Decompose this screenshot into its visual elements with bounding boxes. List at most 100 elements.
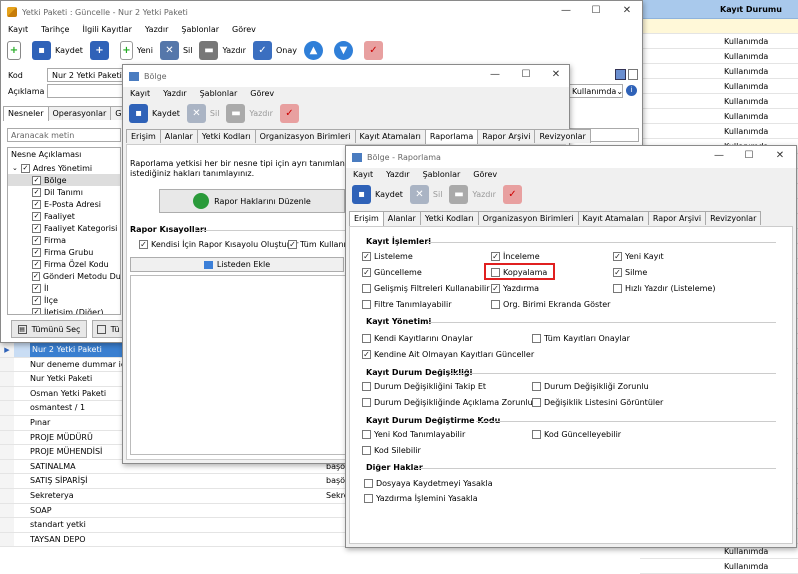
approve-button[interactable]: ✓ Onay — [252, 40, 297, 60]
table-row[interactable]: SOAP — [0, 503, 346, 519]
print-button[interactable]: ▬ Yazdır — [449, 184, 496, 204]
table-row[interactable]: standart yetki — [0, 518, 346, 533]
menu-kayit[interactable]: Kayıt — [353, 170, 373, 179]
tree-item[interactable]: ✓ Bölge — [8, 174, 120, 186]
save-button[interactable]: ▪ Kaydet — [129, 103, 180, 123]
yeni-kayit-checkbox[interactable]: ✓ Yeni Kayıt — [613, 252, 664, 261]
menu-ilgili-kayitlar[interactable]: İlgili Kayıtlar — [82, 25, 131, 34]
tab-erisim[interactable]: Erişim — [349, 211, 384, 226]
menu-yazdir[interactable]: Yazdır — [163, 89, 186, 98]
tree-item[interactable]: ✓ Dil Tanımı — [8, 186, 120, 198]
tab-operasyonlar[interactable]: Operasyonlar — [47, 106, 112, 120]
silme-checkbox[interactable]: ✓ Silme — [613, 268, 647, 277]
list-icon[interactable] — [628, 69, 638, 80]
check-button[interactable]: ✓ — [279, 103, 303, 123]
listeleme-checkbox[interactable]: ✓ Listeleme — [362, 252, 413, 261]
check-button[interactable]: ✓ — [363, 40, 387, 60]
select-second-button[interactable]: Tü — [92, 320, 124, 338]
table-row[interactable]: Kullanımda — [640, 109, 798, 124]
tree-item[interactable]: ✓ Faaliyet Kategorisi — [8, 222, 120, 234]
tree-checkbox[interactable]: ✓ — [32, 199, 41, 209]
table-row[interactable] — [640, 19, 798, 34]
expand-chevron-icon[interactable]: ⌄ — [12, 164, 18, 172]
tree-checkbox[interactable]: ✓ — [32, 235, 41, 245]
kod-input[interactable]: Nur 2 Yetki Paketi — [47, 68, 127, 82]
tab-kayit-atamalari[interactable]: Kayıt Atamaları — [354, 129, 426, 143]
menu-sablonlar[interactable]: Şablonlar — [423, 170, 461, 179]
durum-takip-checkbox[interactable]: Durum Değişikliğini Takip Et — [362, 382, 486, 391]
tree-item[interactable]: ✓ Firma — [8, 234, 120, 246]
minimize-icon[interactable]: — — [488, 69, 502, 80]
print-button[interactable]: ▬ Yazdır — [199, 40, 246, 60]
lookup-icon[interactable] — [615, 69, 626, 80]
tree-item[interactable]: ✓ Gönderi Metodu Duru — [8, 270, 120, 282]
up-button[interactable]: ▲ — [303, 40, 327, 60]
table-row[interactable]: Kullanımda — [640, 49, 798, 64]
tab-kayit-atamalari[interactable]: Kayıt Atamaları — [577, 211, 649, 225]
save-button[interactable]: ▪ Kaydet — [32, 40, 83, 60]
tree-checkbox[interactable]: ✓ — [32, 187, 41, 197]
tab-yetki-kodlari[interactable]: Yetki Kodları — [419, 211, 479, 225]
tree-item[interactable]: ✓ İl — [8, 282, 120, 294]
tree-checkbox[interactable]: ✓ — [32, 223, 41, 233]
all-users-checkbox[interactable]: ✓ Tüm Kullanıc — [288, 240, 350, 249]
tree-checkbox[interactable]: ✓ — [32, 271, 40, 281]
yazdirma-checkbox[interactable]: ✓ Yazdırma — [491, 284, 539, 293]
new-button[interactable]: + Yeni — [119, 40, 153, 60]
menu-kayit[interactable]: Kayıt — [8, 25, 28, 34]
tree-checkbox[interactable]: ✓ — [32, 307, 41, 314]
tab-organizasyon[interactable]: Organizasyon Birimleri — [254, 129, 356, 143]
aciklama-input[interactable] — [47, 84, 127, 98]
tab-yetki-kodlari[interactable]: Yetki Kodları — [196, 129, 256, 143]
list-add-button[interactable]: Listeden Ekle — [130, 257, 344, 272]
search-input[interactable]: Aranacak metin — [7, 128, 121, 142]
table-row[interactable]: Kullanımda — [640, 34, 798, 49]
tab-revizyonlar[interactable]: Revizyonlar — [705, 211, 762, 225]
tab-erisim[interactable]: Erişim — [126, 129, 161, 143]
menu-kayit[interactable]: Kayıt — [130, 89, 150, 98]
tree-item[interactable]: ✓ E-Posta Adresi — [8, 198, 120, 210]
tree-checkbox[interactable]: ✓ — [32, 295, 41, 305]
table-row[interactable]: SATIŞ SİPARİŞİ başö — [0, 474, 346, 489]
maximize-icon[interactable]: ☐ — [589, 5, 603, 16]
menu-sablonlar[interactable]: Şablonlar — [200, 89, 238, 98]
tab-raporlama[interactable]: Raporlama — [424, 129, 479, 144]
down-button[interactable]: ▼ — [333, 40, 357, 60]
new-record-button[interactable]: + — [7, 40, 25, 60]
create-own-shortcut-checkbox[interactable]: ✓ Kendisi İçin Rapor Kısayolu Oluşturur — [139, 240, 298, 249]
tab-organizasyon[interactable]: Organizasyon Birimleri — [477, 211, 579, 225]
menu-tarihce[interactable]: Tarihçe — [41, 25, 69, 34]
guncelleme-checkbox[interactable]: ✓ Güncelleme — [362, 268, 422, 277]
delete-button[interactable]: ✕ Sil — [186, 103, 219, 123]
tab-rapor-arsivi[interactable]: Rapor Arşivi — [477, 129, 536, 143]
gelismis-filtre-checkbox[interactable]: Gelişmiş Filtreleri Kullanabilir — [362, 284, 490, 293]
win2-titlebar[interactable]: Bölge — [123, 65, 569, 87]
tab-alanlar[interactable]: Alanlar — [382, 211, 421, 225]
delete-button[interactable]: ✕ Sil — [409, 184, 442, 204]
tab-rapor-arsivi[interactable]: Rapor Arşivi — [647, 211, 707, 225]
menu-yazdir[interactable]: Yazdır — [145, 25, 168, 34]
menu-sablonlar[interactable]: Şablonlar — [181, 25, 219, 34]
yeni-kod-checkbox[interactable]: Yeni Kod Tanımlayabilir — [362, 430, 465, 439]
maximize-icon[interactable]: ☐ — [742, 150, 756, 161]
table-row[interactable]: TAYSAN DEPO — [0, 532, 346, 548]
win3-titlebar[interactable]: Bölge - Raporlama — [346, 146, 796, 168]
table-row[interactable]: Kullanımda — [640, 64, 798, 79]
org-birimi-checkbox[interactable]: Org. Birimi Ekranda Göster — [491, 300, 610, 309]
yazdirma-yasak-checkbox[interactable]: Yazdırma İşlemini Yasakla — [364, 494, 478, 503]
check-button[interactable]: ✓ — [502, 184, 526, 204]
tree-item[interactable]: ✓ İlçe — [8, 294, 120, 306]
menu-yazdir[interactable]: Yazdır — [386, 170, 409, 179]
dosyaya-kaydet-yasak-checkbox[interactable]: Dosyaya Kaydetmeyi Yasakla — [364, 479, 493, 488]
durum-aciklama-checkbox[interactable]: Durum Değişikliğinde Açıklama Zorunlu — [362, 398, 533, 407]
close-icon[interactable]: ✕ — [773, 150, 787, 161]
tree-checkbox[interactable]: ✓ — [32, 211, 41, 221]
kod-guncelle-checkbox[interactable]: Kod Güncelleyebilir — [532, 430, 621, 439]
hizli-yazdir-checkbox[interactable]: Hızlı Yazdır (Listeleme) — [613, 284, 715, 293]
status-combo[interactable]: Kullanımda ⌄ — [569, 84, 623, 98]
info-icon[interactable]: i — [626, 85, 637, 96]
menu-gorev[interactable]: Görev — [232, 25, 256, 34]
table-row[interactable]: Sekreterya Sekre — [0, 488, 346, 504]
tree-item[interactable]: ✓ Firma Özel Kodu — [8, 258, 120, 270]
kendine-ait-olmayan-checkbox[interactable]: ✓ Kendine Ait Olmayan Kayıtları Günceller — [362, 350, 534, 359]
